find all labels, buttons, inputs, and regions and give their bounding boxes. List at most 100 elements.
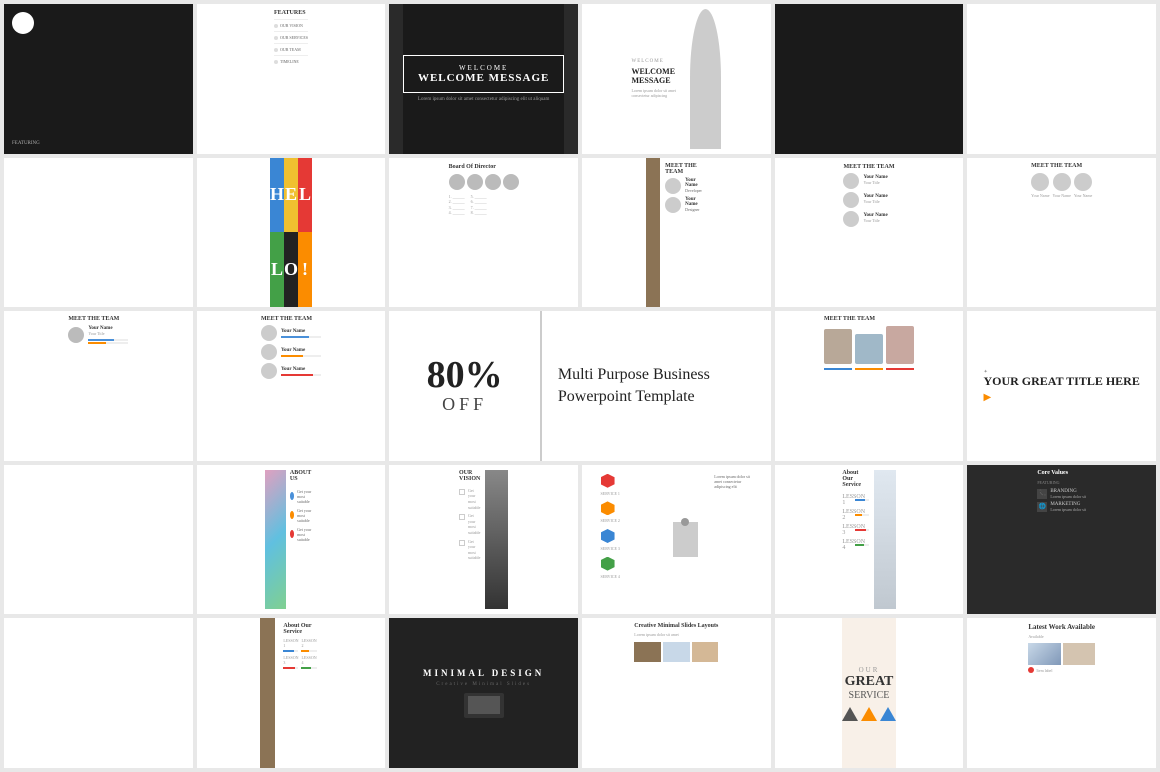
board-num2: 2. ______	[449, 199, 465, 205]
slide-people-grid[interactable]	[4, 158, 193, 308]
core-featuring: FEATURING	[1037, 480, 1086, 485]
asvc-title: About Our Service	[842, 470, 869, 488]
svc-desc: Lorem ipsum dolor sit amet consectetur a…	[710, 470, 756, 610]
md-sub: Creative Minimal Slides	[436, 682, 531, 687]
mtsm-a1	[68, 327, 84, 343]
board-avatar-4	[503, 174, 519, 190]
slide-services[interactable]: SERVICE 1 SERVICE 2 SERVICE 3 SERVICE 4	[582, 465, 771, 615]
slide-meet-team-progress[interactable]: MEET THE TEAM Your Name Your Name Your N…	[197, 311, 386, 461]
slide-latest-work[interactable]: Latest Work Available Available Item lab…	[967, 618, 1156, 768]
lw-img2	[1063, 643, 1095, 665]
slide-welcome[interactable]: WELCOME WELCOME MESSAGE Lorem ipsum dolo…	[389, 4, 578, 154]
cr1-img1	[634, 642, 661, 662]
slide-logo[interactable]: FEATURING	[4, 4, 193, 154]
ti2: Designer	[685, 207, 702, 212]
board-title: Board Of Director	[449, 164, 519, 170]
slide-night-landscape[interactable]	[4, 618, 193, 768]
yg-title: YOUR GREAT TITLE HERE	[983, 375, 1139, 388]
vc3	[459, 540, 465, 546]
mtpg-n1: Your Name	[281, 329, 321, 334]
vt2: Get your most suitable	[468, 513, 481, 535]
ti1: Developer	[685, 188, 702, 193]
dot2	[274, 36, 278, 40]
cr1-img3	[692, 642, 719, 662]
board-num8: 8. ______	[471, 210, 487, 216]
slide-features[interactable]: FEATURES OUR VISION OUR SERVICES OUR TEA…	[197, 4, 386, 154]
mtpg-a1	[261, 325, 277, 341]
slide-meet-team-photo[interactable]: MEET THE TEAM Your Name Developer Your N…	[582, 158, 771, 308]
mtpg-n2: Your Name	[281, 348, 321, 353]
mpa1	[1031, 173, 1049, 191]
md-screen	[468, 696, 500, 714]
lw-dot	[1028, 667, 1034, 673]
slide-dark-diagonal[interactable]: WELCOME MESSAGE	[775, 4, 964, 154]
mtpg-title: MEET THE TEAM	[261, 316, 321, 322]
about-title: ABOUT US	[290, 470, 317, 482]
tla3	[843, 211, 859, 227]
promo-discount: 80% OFF	[389, 311, 542, 461]
dot4-label: TIMELINE	[280, 59, 299, 64]
slide-creative-1[interactable]: Creative Minimal Slides Layouts Lorem ip…	[582, 618, 771, 768]
slide-core-values[interactable]: Core Values FEATURING 📞 BRANDING Lorem i…	[967, 465, 1156, 615]
lamp-icon	[673, 522, 698, 557]
slide-about-service-2[interactable]: About Our Service LESSON 1 LESSON 2 LESS…	[197, 618, 386, 768]
meet-photo-left	[646, 158, 660, 308]
ta1	[665, 178, 681, 194]
welcome-msg: WELCOME MESSAGE	[631, 67, 684, 85]
bar1	[824, 368, 852, 370]
slide-welcome-photo[interactable]: WELCOME WELCOME MESSAGE Lorem ipsum dolo…	[582, 4, 771, 154]
svc1: SERVICE 1	[601, 491, 620, 497]
hello-e: E	[284, 158, 298, 233]
mpa3	[1074, 173, 1092, 191]
slide-meet-team-partial[interactable]: MEET THE TEAM Your Name Your Name Your N…	[967, 158, 1156, 308]
slide-about-service[interactable]: About Our Service LESSON 1 LESSON 2 LESS…	[775, 465, 964, 615]
adl1: LESSON 1	[283, 638, 298, 648]
about-text-1: Get your most suitable	[297, 489, 317, 504]
sn1: LESSON 1	[842, 494, 852, 506]
bar3	[886, 368, 914, 370]
dot3	[274, 48, 278, 52]
about-image	[265, 470, 286, 610]
slide-photo-grid[interactable]	[967, 4, 1156, 154]
mpn1: Your Name	[1031, 193, 1049, 199]
slide-promo[interactable]: 80% OFF Multi Purpose Business Powerpoin…	[389, 311, 770, 461]
about-icon-1	[290, 492, 294, 500]
photo-placeholder	[690, 9, 721, 149]
lw-sub: Available	[1028, 634, 1095, 639]
dot2-label: OUR SERVICES	[280, 35, 308, 40]
hello-h: H	[270, 158, 284, 233]
slide-hello[interactable]: H E L L O !	[197, 158, 386, 308]
tla1	[843, 173, 859, 189]
slide-our-vision[interactable]: OUR VISION Get your most suitable Get yo…	[389, 465, 578, 615]
features-title: FEATURES	[274, 10, 308, 16]
dot3-label: OUR TEAM	[280, 47, 301, 52]
vc2	[459, 514, 465, 520]
slide-about-us[interactable]: ABOUT US Get your most suitable Get your…	[197, 465, 386, 615]
hello-excl: !	[298, 232, 312, 307]
board-avatar-3	[485, 174, 501, 190]
slide-landscape[interactable]	[4, 465, 193, 615]
slide-meet-team-list[interactable]: MEET THE TEAM Your NameYour Title Your N…	[775, 158, 964, 308]
mtph-p1	[824, 329, 852, 364]
bar2	[855, 368, 883, 370]
slide-minimal-design[interactable]: MINIMAL DESIGN Creative Minimal Slides	[389, 618, 578, 768]
lw-title: Latest Work Available	[1028, 623, 1095, 631]
main-grid: FEATURING FEATURES OUR VISION OUR SERVIC…	[0, 0, 1160, 772]
hello-o: O	[284, 232, 298, 307]
svc2: SERVICE 2	[601, 518, 620, 524]
mtpg-n3: Your Name	[281, 367, 321, 372]
hex4	[601, 557, 615, 571]
slide-our-great-service[interactable]: OUR GREAT SERVICE	[775, 618, 964, 768]
welcome-box: WELCOME WELCOME MESSAGE	[403, 55, 564, 93]
wood-bg	[260, 618, 275, 768]
slide-board[interactable]: Board Of Director 1. ______ 2. ______ 3.…	[389, 158, 578, 308]
slide-meet-team-sm[interactable]: MEET THE TEAM Your Name Your Title	[4, 311, 193, 461]
logo-circle	[12, 12, 34, 34]
mpn2: Your Name	[1052, 193, 1070, 199]
welcome-title: WELCOME MESSAGE	[418, 72, 549, 84]
adl2: LESSON 2	[301, 638, 316, 648]
tri3	[880, 707, 896, 721]
slide-your-great[interactable]: ✦ YOUR GREAT TITLE HERE ▶	[967, 311, 1156, 461]
as2-title: About Our Service	[283, 623, 316, 635]
slide-meet-team-photos[interactable]: MEET THE TEAM	[775, 311, 964, 461]
